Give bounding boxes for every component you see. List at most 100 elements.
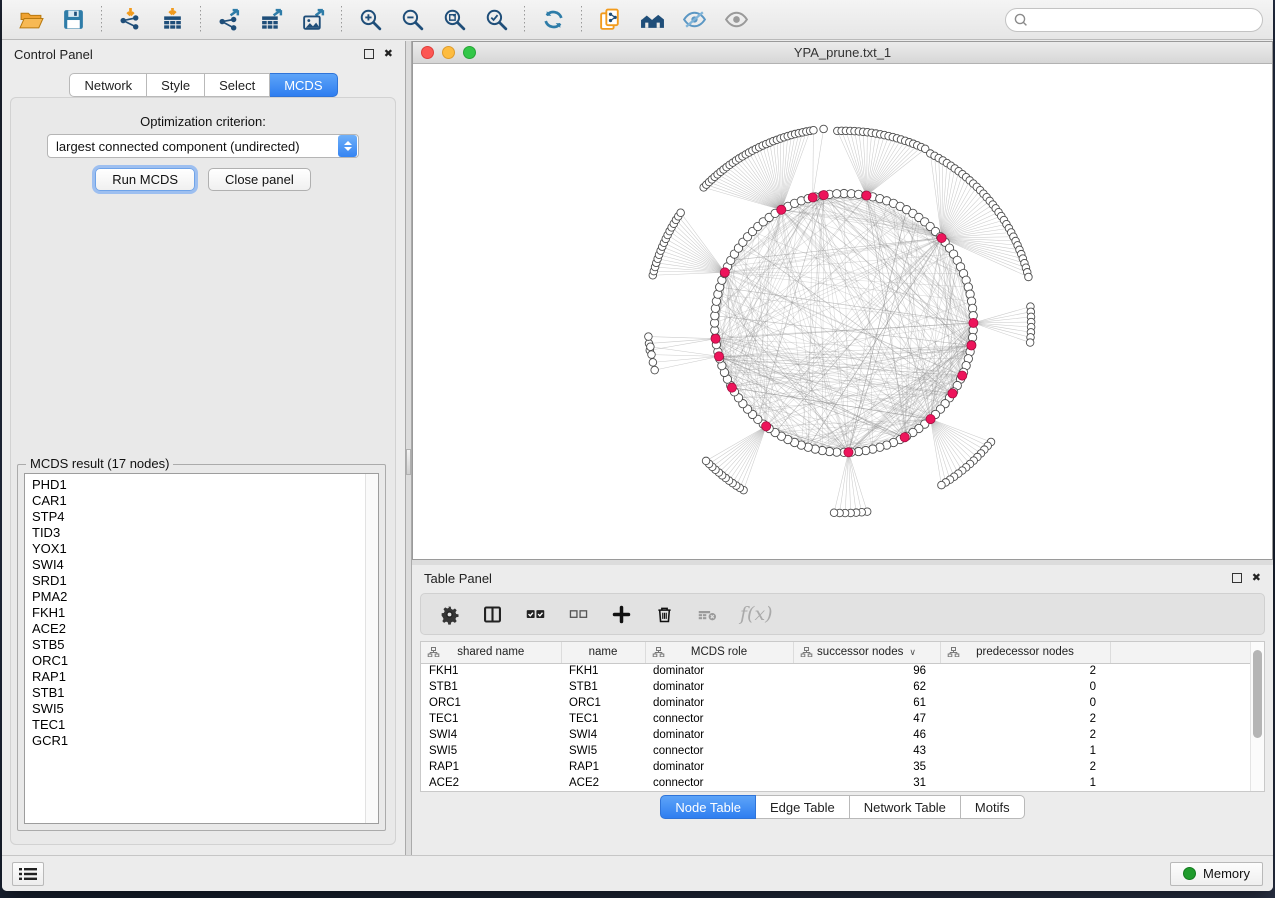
mcds-result-node[interactable]: SRD1	[32, 573, 365, 589]
import-network-icon	[118, 7, 143, 32]
column-header-shared-name[interactable]: shared name	[421, 642, 561, 663]
table-close-panel-icon[interactable]: ✖	[1252, 573, 1261, 584]
mcds-result-node[interactable]: STB1	[32, 685, 365, 701]
zoom-in-button[interactable]	[351, 4, 389, 36]
zoom-selected-button[interactable]	[477, 4, 515, 36]
tab-style[interactable]: Style	[147, 73, 205, 97]
mcds-panel: Optimization criterion: largest connecte…	[10, 97, 396, 845]
duplicate-network-icon	[598, 7, 623, 32]
export-network-button[interactable]	[210, 4, 248, 36]
tab-edge-table[interactable]: Edge Table	[756, 795, 850, 819]
open-file-button[interactable]	[12, 4, 50, 36]
mcds-list-scrollbar[interactable]	[365, 474, 378, 823]
hide-selected-button[interactable]	[675, 4, 713, 36]
refresh-button[interactable]	[534, 4, 572, 36]
first-neighbors-button[interactable]	[633, 4, 671, 36]
save-session-button[interactable]	[54, 4, 92, 36]
close-panel-icon[interactable]: ✖	[384, 49, 393, 60]
column-header-empty	[1110, 642, 1260, 663]
mcds-result-node[interactable]: ACE2	[32, 621, 365, 637]
mcds-result-node[interactable]: TEC1	[32, 717, 365, 733]
network-window-titlebar[interactable]: YPA_prune.txt_1	[413, 42, 1272, 64]
network-graph[interactable]	[413, 64, 1272, 559]
zoom-fit-button[interactable]	[435, 4, 473, 36]
table-row[interactable]: YOX1YOX1connector 291	[421, 791, 1260, 792]
mcds-result-node[interactable]: GCR1	[32, 733, 365, 749]
mcds-result-node[interactable]: FKH1	[32, 605, 365, 621]
export-image-button[interactable]	[294, 4, 332, 36]
mcds-result-node[interactable]: STB5	[32, 637, 365, 653]
mcds-result-node[interactable]: STP4	[32, 509, 365, 525]
search-input[interactable]	[1032, 13, 1254, 27]
delete-column-button[interactable]	[654, 604, 675, 625]
table-scrollbar-thumb[interactable]	[1253, 650, 1262, 738]
column-header-MCDS-role[interactable]: MCDS role	[645, 642, 793, 663]
control-panel-tabs: NetworkStyleSelectMCDS	[2, 73, 405, 97]
import-table-icon	[160, 7, 185, 32]
run-mcds-button[interactable]: Run MCDS	[95, 168, 195, 191]
function-builder-button[interactable]: f(x)	[740, 603, 773, 625]
mcds-result-node[interactable]: CAR1	[32, 493, 365, 509]
float-panel-icon[interactable]	[364, 49, 374, 59]
table-settings-button[interactable]	[439, 604, 460, 625]
application-window: Control Panel ✖ NetworkStyleSelectMCDS O…	[2, 0, 1273, 891]
close-panel-button[interactable]: Close panel	[208, 168, 311, 191]
mcds-result-list[interactable]: PHD1CAR1STP4TID3YOX1SWI4SRD1PMA2FKH1ACE2…	[24, 473, 379, 824]
table-row[interactable]: ACE2ACE2connector 311	[421, 775, 1260, 791]
deselect-all-rows-button[interactable]	[568, 604, 589, 625]
table-panel-header: Table Panel ✖	[412, 565, 1273, 591]
delete-table-button[interactable]	[697, 604, 718, 625]
table-row[interactable]: SWI4SWI4dominator 462	[421, 727, 1260, 743]
table-row[interactable]: ORC1ORC1dominator 610	[421, 695, 1260, 711]
table-scrollbar[interactable]	[1250, 642, 1264, 791]
node-table-body[interactable]: FKH1FKH1dominator 962 STB1STB1dominator …	[421, 663, 1260, 792]
node-table-head[interactable]: shared namenameMCDS rolesuccessor nodes∨…	[421, 642, 1260, 663]
mcds-result-node[interactable]: SWI4	[32, 557, 365, 573]
mcds-result-node[interactable]: SWI5	[32, 701, 365, 717]
splitter-grip[interactable]	[406, 449, 411, 475]
show-all-button[interactable]	[717, 4, 755, 36]
column-header-name[interactable]: name	[561, 642, 645, 663]
search-box[interactable]	[1005, 8, 1263, 32]
mcds-result-node[interactable]: RAP1	[32, 669, 365, 685]
tab-mcds[interactable]: MCDS	[270, 73, 337, 97]
column-header-predecessor-nodes[interactable]: predecessor nodes	[940, 642, 1110, 663]
duplicate-network-button[interactable]	[591, 4, 629, 36]
select-all-rows-button[interactable]	[525, 604, 546, 625]
mcds-result-node[interactable]: TID3	[32, 525, 365, 541]
add-column-button[interactable]	[611, 604, 632, 625]
tab-network-table[interactable]: Network Table	[850, 795, 961, 819]
tab-motifs[interactable]: Motifs	[961, 795, 1025, 819]
search-icon	[1014, 13, 1027, 26]
mcds-result-node[interactable]: ORC1	[32, 653, 365, 669]
toolbar-separator	[524, 6, 525, 34]
export-table-button[interactable]	[252, 4, 290, 36]
split-columns-button[interactable]	[482, 604, 503, 625]
table-row[interactable]: STB1STB1dominator 620	[421, 679, 1260, 695]
table-row[interactable]: RAP1RAP1dominator 352	[421, 759, 1260, 775]
task-history-button[interactable]	[12, 862, 44, 886]
vertical-splitter[interactable]	[405, 41, 412, 855]
mcds-result-node[interactable]: YOX1	[32, 541, 365, 557]
tab-select[interactable]: Select	[205, 73, 270, 97]
main-toolbar	[2, 0, 1273, 40]
table-row[interactable]: TEC1TEC1connector 472	[421, 711, 1260, 727]
table-row[interactable]: FKH1FKH1dominator 962	[421, 663, 1260, 679]
network-canvas-container[interactable]	[413, 64, 1272, 559]
tab-node-table[interactable]: Node Table	[660, 795, 756, 819]
table-row[interactable]: SWI5SWI5connector 431	[421, 743, 1260, 759]
table-float-panel-icon[interactable]	[1232, 573, 1242, 583]
mcds-result-node[interactable]: PMA2	[32, 589, 365, 605]
node-table[interactable]: shared namenameMCDS rolesuccessor nodes∨…	[420, 641, 1265, 792]
tab-network[interactable]: Network	[69, 73, 147, 97]
col-type-icon	[800, 647, 813, 657]
zoom-out-icon	[400, 7, 425, 32]
zoom-out-button[interactable]	[393, 4, 431, 36]
mcds-result-node[interactable]: PHD1	[32, 477, 365, 493]
import-table-button[interactable]	[153, 4, 191, 36]
split-columns-icon	[482, 604, 503, 625]
import-network-button[interactable]	[111, 4, 149, 36]
criterion-select[interactable]: largest connected component (undirected)	[47, 134, 359, 158]
memory-button[interactable]: Memory	[1170, 862, 1263, 886]
column-header-successor-nodes[interactable]: successor nodes∨	[793, 642, 940, 663]
